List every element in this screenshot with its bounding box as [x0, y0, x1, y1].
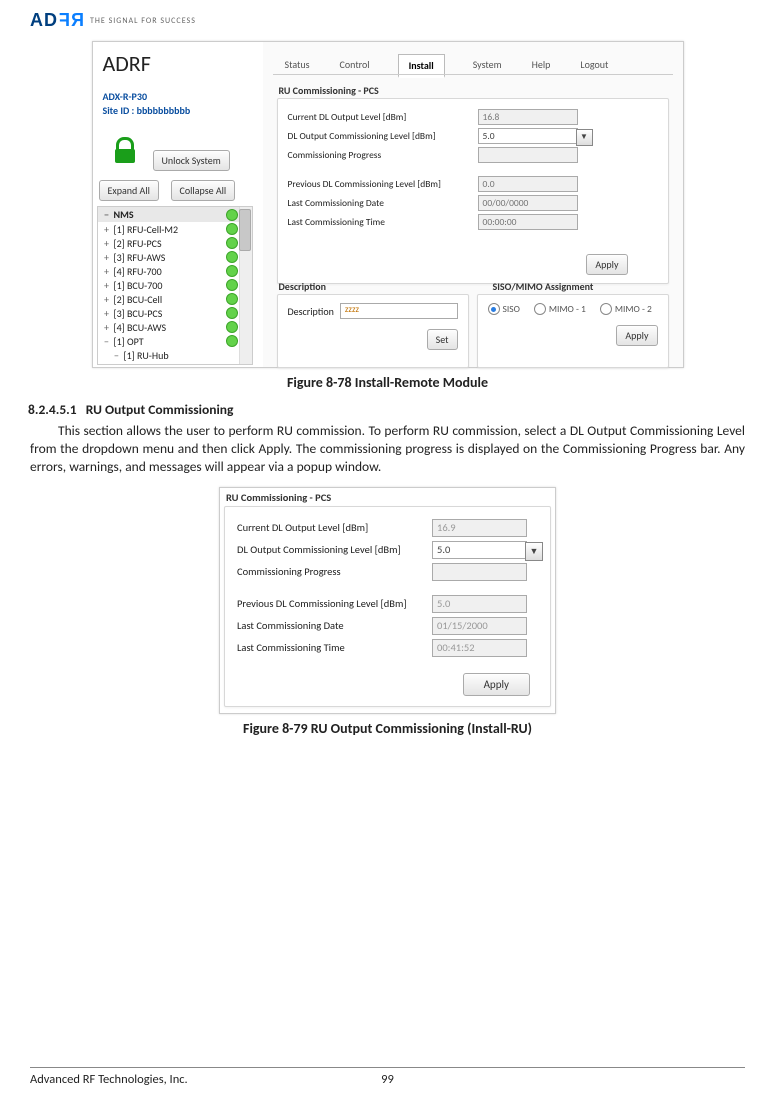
description-label: Description [288, 305, 334, 318]
description-panel: Description zzzz Set [277, 294, 469, 368]
tree-item[interactable]: [3] BCU-PCS [112, 307, 226, 320]
label-prev-dl: Previous DL Commissioning Level [dBm] [288, 178, 478, 190]
label-comm-progress: Commissioning Progress [288, 149, 478, 161]
collapse-icon[interactable]: − [102, 208, 112, 221]
comm-progress2-bar [432, 563, 527, 581]
siso-mimo-panel: SISO MIMO - 1 MIMO - 2 Apply [477, 294, 669, 368]
figure-8-79-caption: Figure 8-79 RU Output Commissioning (Ins… [30, 720, 745, 737]
dropdown-arrow-icon[interactable]: ▼ [525, 542, 543, 561]
app-logo: ADRF [103, 50, 151, 77]
set-button[interactable]: Set [427, 329, 458, 350]
label-current-dl: Current DL Output Level [dBm] [288, 111, 478, 123]
radio-mimo2[interactable]: MIMO - 2 [600, 303, 652, 315]
tree-root[interactable]: NMS [112, 208, 226, 221]
device-info: ADX-R-P30 Site ID : bbbbbbbbbb [103, 90, 191, 118]
label-last-time: Last Commissioning Time [288, 216, 478, 228]
tree-item[interactable]: [1] RU-Hub [122, 349, 252, 362]
label2-current-dl: Current DL Output Level [dBm] [237, 521, 432, 534]
value-current-dl: 16.8 [478, 109, 578, 125]
label2-prev-dl: Previous DL Commissioning Level [dBm] [237, 597, 432, 610]
section-number: 8.2.4.5.1 [28, 401, 77, 418]
site-id: Site ID : bbbbbbbbbb [103, 104, 191, 118]
radio-siso[interactable]: SISO [488, 303, 520, 315]
logo-tagline: THE SIGNAL FOR SUCCESS [90, 16, 196, 26]
siso-mimo-title: SISO/MIMO Assignment [493, 280, 594, 293]
apply-button[interactable]: Apply [586, 254, 627, 275]
lock-icon [115, 137, 137, 163]
collapse-all-button[interactable]: Collapse All [171, 180, 236, 201]
value2-current-dl: 16.9 [432, 519, 527, 537]
label-last-date: Last Commissioning Date [288, 197, 478, 209]
tree-item[interactable]: [2] RFU-PCS [112, 237, 226, 250]
dl-comm-level-select[interactable]: 5.0▼ [478, 128, 578, 144]
unlock-system-button[interactable]: Unlock System [153, 150, 230, 171]
section-body: This section allows the user to perform … [30, 422, 745, 477]
device-model: ADX-R-P30 [103, 90, 191, 104]
value2-last-time: 00:41:52 [432, 639, 527, 657]
dl-comm-level2-select[interactable]: 5.0▼ [432, 541, 527, 559]
label2-last-time: Last Commissioning Time [237, 641, 432, 654]
logo-ad: AD [30, 10, 58, 30]
comm-progress-bar [478, 147, 578, 163]
label2-comm-progress: Commissioning Progress [237, 565, 432, 578]
radio-mimo1[interactable]: MIMO - 1 [534, 303, 586, 315]
expand-all-button[interactable]: Expand All [99, 180, 159, 201]
label2-last-date: Last Commissioning Date [237, 619, 432, 632]
tree-item[interactable]: [3] RFU-AWS [112, 251, 226, 264]
tree-item[interactable]: [4] BCU-AWS [112, 321, 226, 334]
logo-rf: RF [58, 10, 84, 31]
tree-item[interactable]: [1] BCU-700 [112, 279, 226, 292]
tree-scrollbar[interactable] [239, 207, 252, 364]
label-dl-comm-level: DL Output Commissioning Level [dBm] [288, 130, 478, 142]
tree-item[interactable]: [2] BCU-Cell [112, 293, 226, 306]
section-heading: 8.2.4.5.1 RU Output Commissioning [28, 401, 745, 418]
sidebar: ADRF ADX-R-P30 Site ID : bbbbbbbbbb Unlo… [93, 42, 264, 367]
page-footer: Advanced RF Technologies, Inc. 99 [30, 1067, 745, 1099]
apply-siso-button[interactable]: Apply [616, 325, 657, 346]
value-last-time: 00:00:00 [478, 214, 578, 230]
apply2-button[interactable]: Apply [463, 673, 530, 696]
tree-item[interactable]: [4] RFU-700 [112, 265, 226, 278]
status-dot-icon [226, 209, 238, 221]
label2-dl-comm-level: DL Output Commissioning Level [dBm] [237, 543, 432, 556]
ru-commissioning-panel: Current DL Output Level [dBm]16.8 DL Out… [277, 98, 669, 284]
description-input[interactable]: zzzz [340, 303, 458, 319]
figure-8-78-screenshot: ADRF ADX-R-P30 Site ID : bbbbbbbbbb Unlo… [92, 41, 684, 368]
ru-commissioning-title: RU Commissioning - PCS [279, 84, 379, 97]
ru-commissioning2-panel: Current DL Output Level [dBm]16.9 DL Out… [224, 506, 551, 707]
value-last-date: 00/00/0000 [478, 195, 578, 211]
ru-commissioning2-title: RU Commissioning - PCS [226, 491, 331, 504]
main-area: Status Control Install System Help Logou… [263, 42, 683, 367]
device-tree[interactable]: −NMS +[1] RFU-Cell-M2 +[2] RFU-PCS +[3] … [97, 206, 253, 365]
tree-item[interactable]: [1] RFU-Cell-M2 [112, 223, 226, 236]
value2-prev-dl: 5.0 [432, 595, 527, 613]
page-header-logo: ADRF THE SIGNAL FOR SUCCESS [30, 10, 745, 35]
value-prev-dl: 0.0 [478, 176, 578, 192]
figure-8-79-screenshot: RU Commissioning - PCS Current DL Output… [219, 487, 556, 714]
description-title: Description [279, 280, 326, 293]
footer-page-number: 99 [30, 1072, 745, 1087]
value2-last-date: 01/15/2000 [432, 617, 527, 635]
dropdown-arrow-icon[interactable]: ▼ [576, 129, 593, 146]
section-title: RU Output Commissioning [86, 401, 234, 418]
figure-8-78-caption: Figure 8-78 Install-Remote Module [30, 374, 745, 391]
tree-item[interactable]: [1] OPT [112, 335, 226, 348]
